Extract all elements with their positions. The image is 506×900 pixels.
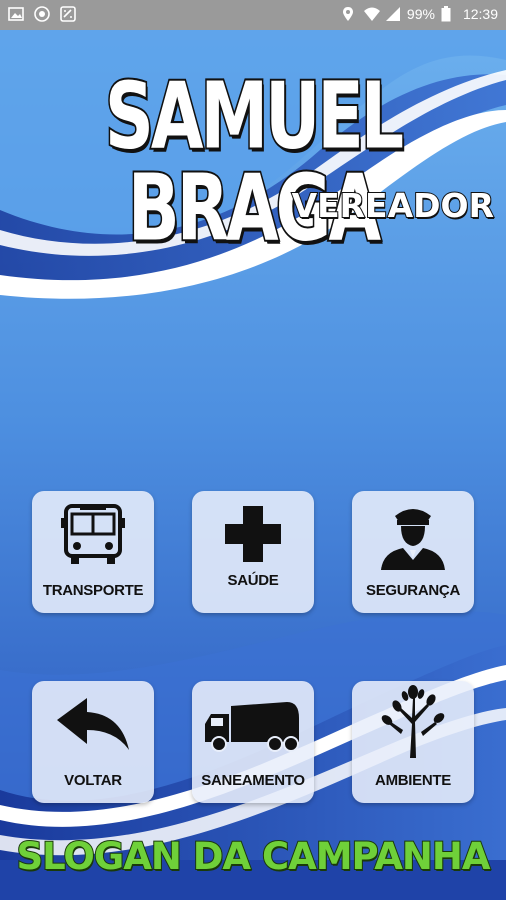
wifi-icon <box>363 6 380 22</box>
back-arrow-icon <box>32 691 154 761</box>
medical-cross-icon <box>192 499 314 569</box>
data-saver-icon <box>60 6 76 22</box>
candidate-role: VEREADOR <box>291 185 495 226</box>
tile-seguranca[interactable]: SEGURANÇA <box>352 491 474 613</box>
clock: 12:39 <box>462 6 498 22</box>
tile-label: VOLTAR <box>64 772 122 789</box>
status-bar: 99% 12:39 <box>0 0 506 30</box>
tile-label: SANEAMENTO <box>201 772 305 789</box>
tile-saneamento[interactable]: SANEAMENTO <box>192 681 314 803</box>
tile-label: SEGURANÇA <box>366 582 460 599</box>
tile-label: TRANSPORTE <box>42 582 144 599</box>
tile-voltar[interactable]: VOLTAR <box>32 681 154 803</box>
location-icon <box>341 6 357 22</box>
tile-label: AMBIENTE <box>375 772 451 789</box>
tile-saude[interactable]: SAÚDE <box>192 491 314 613</box>
tile-label: SAÚDE <box>227 572 279 589</box>
bus-icon <box>32 501 154 571</box>
battery-icon <box>441 6 457 22</box>
signal-icon <box>385 6 401 22</box>
campaign-slogan: SLOGAN DA CAMPANHA <box>16 834 492 879</box>
tile-transporte[interactable]: TRANSPORTE <box>32 491 154 613</box>
candidate-name: SAMUEL BRAGA <box>103 63 405 263</box>
battery-percent: 99% <box>406 6 435 22</box>
security-guard-icon <box>352 501 474 571</box>
chrome-icon <box>34 6 50 22</box>
tree-icon <box>352 685 474 758</box>
image-icon <box>8 6 24 22</box>
tile-ambiente[interactable]: AMBIENTE <box>352 681 474 803</box>
garbage-truck-icon <box>192 691 314 761</box>
